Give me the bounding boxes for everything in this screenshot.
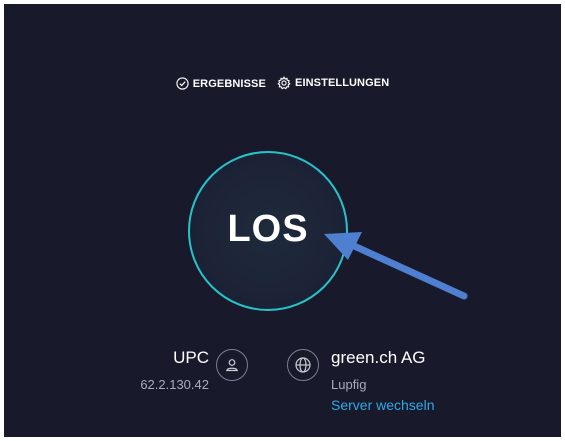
user-icon xyxy=(216,349,248,381)
ip-address: 62.2.130.42 xyxy=(140,377,209,392)
go-button[interactable]: LOS xyxy=(188,151,348,311)
top-nav: ERGEBNISSE EINSTELLUNGEN xyxy=(4,76,561,93)
isp-info: UPC 62.2.130.42 xyxy=(140,348,209,392)
change-server-link[interactable]: Server wechseln xyxy=(331,397,435,413)
server-name: green.ch AG xyxy=(331,348,426,367)
check-circle-icon xyxy=(176,77,189,90)
results-link[interactable]: ERGEBNISSE xyxy=(176,77,266,90)
go-button-label: LOS xyxy=(227,207,309,250)
speedtest-panel: ERGEBNISSE EINSTELLUNGEN LOS UPC 62.2.13… xyxy=(4,4,561,437)
server-location: Lupfig xyxy=(331,377,367,392)
results-label: ERGEBNISSE xyxy=(192,77,266,90)
server-info: green.ch AG Lupfig Server wechseln xyxy=(331,348,435,413)
isp-name: UPC xyxy=(173,348,209,367)
settings-link[interactable]: EINSTELLUNGEN xyxy=(277,76,389,90)
globe-icon xyxy=(287,349,319,381)
settings-label: EINSTELLUNGEN xyxy=(295,77,390,89)
gear-icon xyxy=(277,76,291,90)
